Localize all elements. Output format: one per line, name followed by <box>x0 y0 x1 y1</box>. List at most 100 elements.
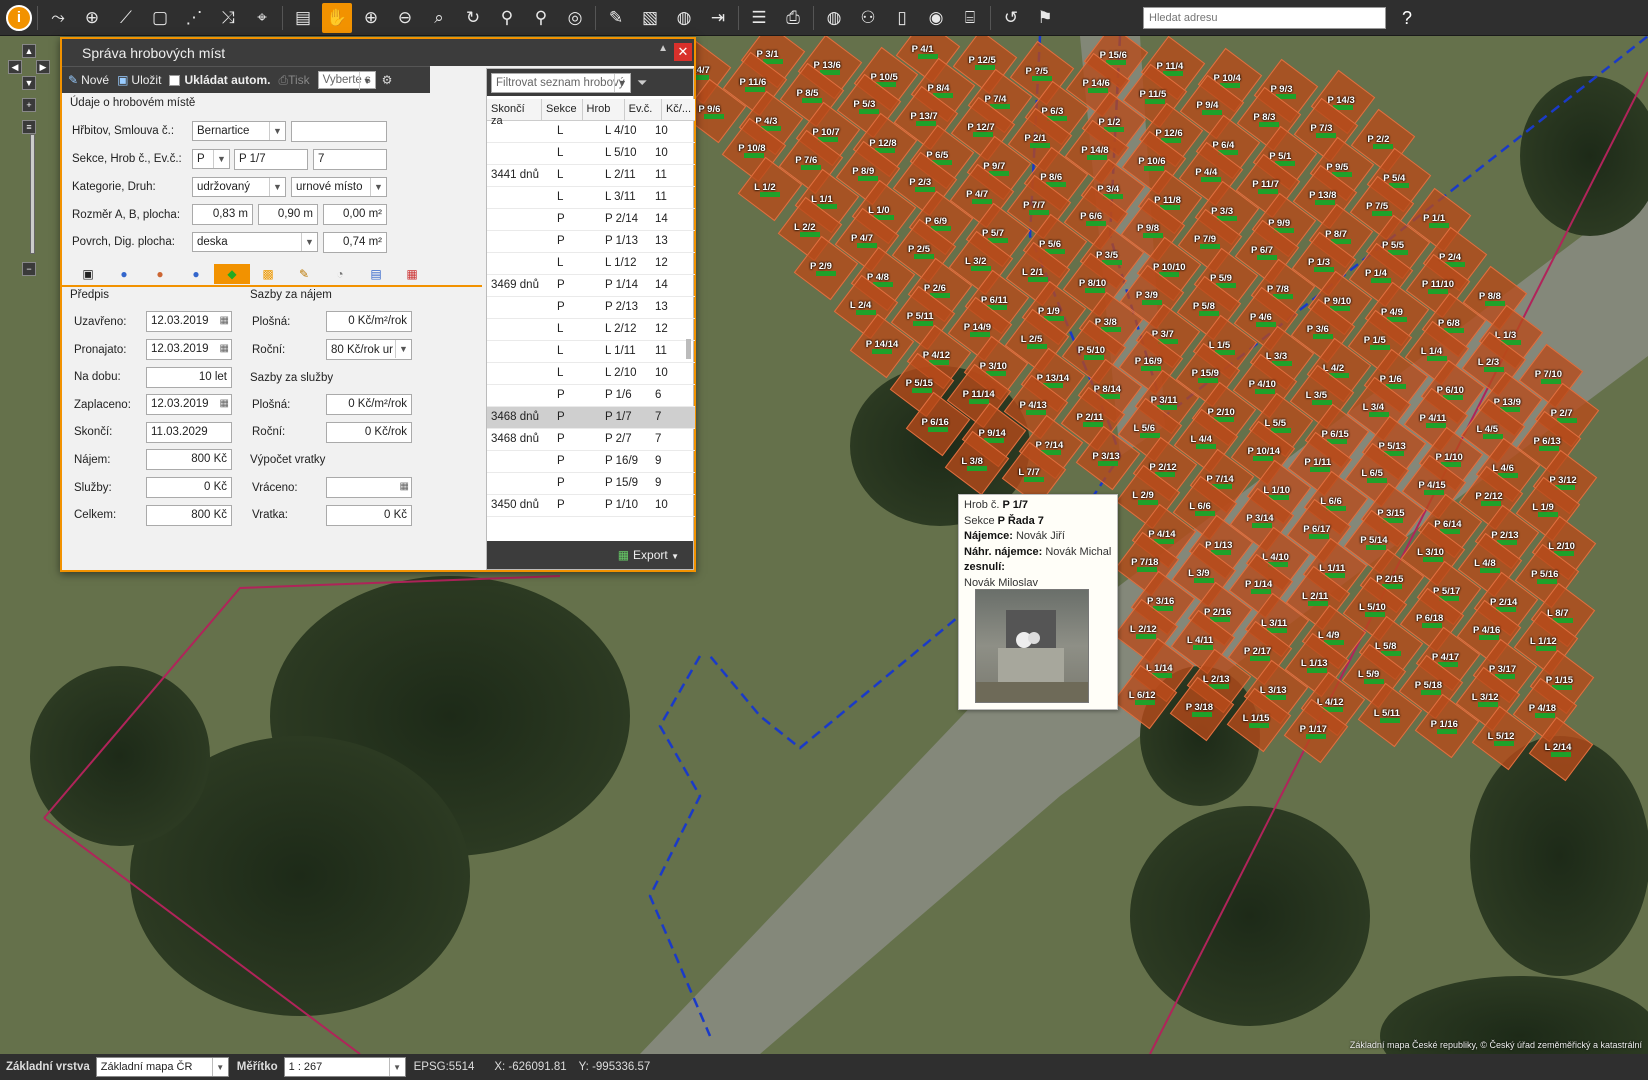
target-icon[interactable]: ◎ <box>560 3 590 33</box>
pin-icon[interactable]: ⚲ <box>492 3 522 33</box>
settings-gear-icon[interactable]: ⚙ <box>382 73 393 87</box>
zoom-plus-icon[interactable]: + <box>22 98 36 112</box>
help-icon[interactable]: ? <box>1394 4 1420 32</box>
column-header[interactable]: Sekce <box>542 99 583 120</box>
tab-person-icon[interactable]: ● <box>178 264 214 284</box>
table-row[interactable]: 3469 dnů P P 1/14 14 <box>487 275 695 297</box>
pronajato-date[interactable]: 12.03.2019 ▦ <box>146 339 232 360</box>
celkem-input[interactable]: 800 Kč <box>146 505 232 526</box>
scrollbar-thumb[interactable] <box>686 339 691 359</box>
address-search-input[interactable] <box>1143 7 1386 29</box>
save-button[interactable]: ▣ Uložit <box>117 73 161 87</box>
table-row[interactable]: 3468 dnů P P 2/7 7 <box>487 429 695 451</box>
sluzby-rocni-input[interactable]: 0 Kč/rok <box>326 422 412 443</box>
column-header[interactable]: Kč/... <box>662 99 695 120</box>
zoom-area-icon[interactable]: ⌕ <box>424 3 454 33</box>
pan-right-icon[interactable]: ▶ <box>36 60 50 74</box>
tab-payment-icon[interactable]: ◆ <box>214 264 250 284</box>
ruler-icon[interactable]: ✎ <box>601 3 631 33</box>
table-row[interactable]: 3468 dnů P P 1/7 7 <box>487 407 695 429</box>
binoculars-icon[interactable]: ⌖ <box>247 3 277 33</box>
zaplaceno-date[interactable]: 12.03.2019 ▦ <box>146 394 232 415</box>
base-layer-select[interactable]: Základní mapa ČR ▼ <box>95 1057 229 1077</box>
zoom-slider-handle-icon[interactable]: ≡ <box>22 120 36 134</box>
collapse-icon[interactable]: ▲ <box>658 43 668 54</box>
route-icon[interactable]: ⤨ <box>213 3 243 33</box>
pan-down-icon[interactable]: ▼ <box>22 76 36 90</box>
table-row[interactable]: 3441 dnů L L 2/11 11 <box>487 165 695 187</box>
table-row[interactable]: P P 2/14 14 <box>487 209 695 231</box>
export-icon[interactable]: ⇥ <box>703 3 733 33</box>
tab-history-icon[interactable]: ◔ <box>322 264 358 284</box>
cadastre-icon[interactable]: ◉ <box>921 3 951 33</box>
new-button[interactable]: ✎ Nové <box>68 73 109 87</box>
marker-icon[interactable]: ⚲ <box>526 3 556 33</box>
tab-notes-icon[interactable]: ✎ <box>286 264 322 284</box>
tab-cemetery-icon[interactable]: ▣ <box>70 264 106 284</box>
table-row[interactable]: P P 15/9 9 <box>487 473 695 495</box>
vratka-input[interactable]: 0 Kč <box>326 505 412 526</box>
najem-rocni-select[interactable]: 80 Kč/rok ur ▼ <box>326 339 412 360</box>
print-template-select[interactable]: Vyberte s ▼ <box>317 71 376 90</box>
najem-input[interactable]: 800 Kč <box>146 449 232 470</box>
table-row[interactable]: L L 4/10 10 <box>487 121 695 143</box>
table-row[interactable]: L L 3/11 11 <box>487 187 695 209</box>
tab-tenant-icon[interactable]: ● <box>106 264 142 284</box>
tab-deceased-icon[interactable]: ● <box>142 264 178 284</box>
tab-document-icon[interactable]: ▤ <box>358 264 394 284</box>
uzavreno-date[interactable]: 12.03.2019 ▦ <box>146 311 232 332</box>
skonci-input[interactable]: 11.03.2029 <box>146 422 232 443</box>
zoom-out-icon[interactable]: ⊖ <box>390 3 420 33</box>
calculator-icon[interactable]: ▤ <box>288 3 318 33</box>
filter-select[interactable]: Filtrovat seznam hrobový ▼ <box>491 72 631 93</box>
table-row[interactable]: P P 2/13 13 <box>487 297 695 319</box>
size-a-input[interactable]: 0,83 m <box>192 204 253 225</box>
table-row[interactable]: L L 5/10 10 <box>487 143 695 165</box>
grave-photo[interactable] <box>975 589 1089 703</box>
filter-icon[interactable]: ⏷ <box>637 75 647 91</box>
add-point-icon[interactable]: ⊕ <box>77 3 107 33</box>
pan-left-icon[interactable]: ◀ <box>8 60 22 74</box>
globe2-icon[interactable]: ◍ <box>819 3 849 33</box>
print-button[interactable]: ⎙ Tisk <box>278 73 309 88</box>
autosave-checkbox[interactable]: Ukládat autom. <box>169 73 270 87</box>
cemetery-select[interactable]: Bernartice ▼ <box>192 121 286 141</box>
calendar-icon[interactable]: ▦ <box>220 343 229 354</box>
pan-up-icon[interactable]: ▲ <box>22 44 36 58</box>
measure-line-icon[interactable]: ⤳ <box>43 3 73 33</box>
export-button[interactable]: ▦ Export ▼ <box>618 548 679 562</box>
clipboard-icon[interactable]: ▯ <box>887 3 917 33</box>
column-header[interactable]: Ev.č. <box>625 99 662 120</box>
nadobu-input[interactable]: 10 let <box>146 367 232 388</box>
table-row[interactable]: P P 1/13 13 <box>487 231 695 253</box>
close-icon[interactable]: ✕ <box>674 43 692 61</box>
area-input[interactable]: 0,00 m² <box>323 204 387 225</box>
grave-number-input[interactable]: P 1/7 <box>234 149 308 170</box>
contract-input[interactable] <box>291 121 387 142</box>
section-select[interactable]: P ▼ <box>192 149 230 169</box>
kind-select[interactable]: urnové místo ▼ <box>291 177 387 197</box>
table-row[interactable]: L L 1/12 12 <box>487 253 695 275</box>
print-icon[interactable]: ⎙ <box>778 3 808 33</box>
refresh-icon[interactable]: ↻ <box>458 3 488 33</box>
zoom-slider[interactable] <box>30 134 35 254</box>
sluzby-input[interactable]: 0 Kč <box>146 477 232 498</box>
size-b-input[interactable]: 0,90 m <box>258 204 318 225</box>
zoom-in-icon[interactable]: ⊕ <box>356 3 386 33</box>
column-header[interactable]: Skončí za <box>487 99 543 127</box>
tab-map-icon[interactable]: ▦ <box>394 264 430 284</box>
add-line-icon[interactable]: ⟋ <box>111 3 141 33</box>
table-row[interactable]: P P 1/6 6 <box>487 385 695 407</box>
najem-plosna-input[interactable]: 0 Kč/m²/rok <box>326 311 412 332</box>
area-measure-icon[interactable]: ▧ <box>635 3 665 33</box>
evidence-number-input[interactable]: 7 <box>313 149 387 170</box>
calendar-icon[interactable]: ▦ <box>400 481 409 492</box>
bed-icon[interactable]: ⌸ <box>955 3 985 33</box>
share-icon[interactable]: ⚇ <box>853 3 883 33</box>
bookmark-icon[interactable]: ⚑ <box>1030 3 1060 33</box>
scale-select[interactable]: 1 : 267 ▼ <box>283 1057 406 1077</box>
zoom-minus-icon[interactable]: − <box>22 262 36 276</box>
list-icon[interactable]: ☰ <box>744 3 774 33</box>
table-row[interactable]: P P 16/9 9 <box>487 451 695 473</box>
table-row[interactable]: LL 1/11 11 <box>487 341 695 363</box>
